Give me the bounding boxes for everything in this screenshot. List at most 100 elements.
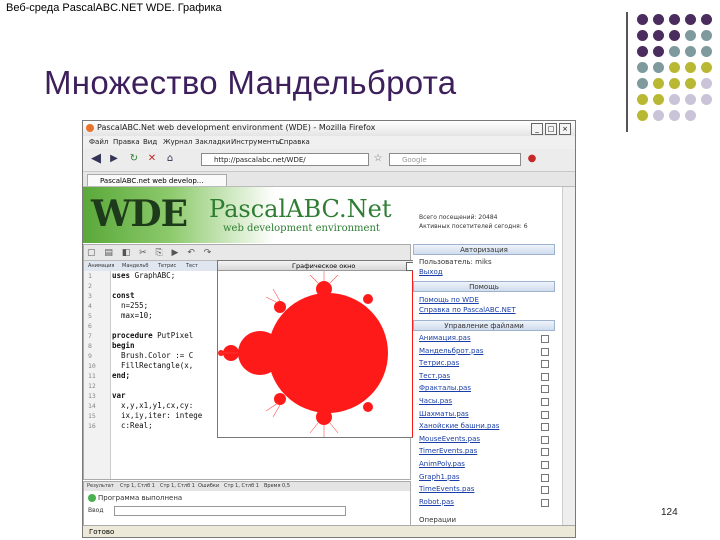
output-tab[interactable]: Стр 1, Стлб 1 (224, 482, 259, 491)
browser-tab[interactable]: PascalABC.net web develop... (87, 174, 227, 186)
wde-banner: WDE PascalABC.Net web development enviro… (83, 187, 563, 243)
home-icon[interactable]: ⌂ (163, 152, 177, 166)
file-link[interactable]: Анимация.pas (419, 334, 471, 342)
dot (653, 62, 664, 73)
file-link[interactable]: Шахматы.pas (419, 410, 469, 418)
dot (637, 46, 648, 57)
file-link[interactable]: MouseEvents.pas (419, 435, 480, 443)
menu-item[interactable]: Правка (113, 138, 140, 146)
graphics-window[interactable]: Графическое окно (217, 260, 437, 438)
line-number: 11 (88, 372, 96, 380)
dot (685, 14, 696, 25)
menu-item[interactable]: Журнал (163, 138, 192, 146)
product-name: PascalABC.Net (209, 195, 392, 223)
output-tab[interactable]: Стр 1, Стлб 1 (160, 482, 195, 491)
editor-tab[interactable]: Тетрис (158, 261, 176, 271)
firefox-icon (86, 124, 94, 132)
file-link[interactable]: Graph1.pas (419, 473, 460, 481)
logout-link[interactable]: Выход (419, 268, 443, 276)
menu-item[interactable]: Справка (279, 138, 310, 146)
line-number: 5 (88, 312, 92, 320)
dot (653, 46, 664, 57)
file-link[interactable]: Фракталы.pas (419, 384, 471, 392)
file-checkbox[interactable] (541, 461, 549, 469)
input-field[interactable] (114, 506, 346, 516)
right-panel: Авторизация Пользователь: miks Выход Пом… (413, 244, 555, 527)
file-checkbox[interactable] (541, 448, 549, 457)
menu-item[interactable]: Закладки (195, 138, 230, 146)
dot (653, 30, 664, 41)
file-link[interactable]: AnimPoly.pas (419, 460, 465, 468)
dot (701, 46, 712, 57)
file-link[interactable]: Тест.pas (419, 372, 450, 380)
editor-tab[interactable]: Мандельб (122, 261, 148, 271)
dot (701, 94, 712, 105)
editor-tab[interactable]: Тест (186, 261, 198, 271)
dot (685, 46, 696, 57)
editor-tab[interactable]: Анимация (88, 261, 114, 271)
back-icon[interactable]: ◀ (89, 152, 103, 166)
close-button[interactable]: × (559, 123, 571, 135)
line-number: 9 (88, 352, 92, 360)
output-tab[interactable]: Ошибки (198, 482, 219, 491)
reload-icon[interactable]: ↻ (127, 152, 141, 166)
file-checkbox[interactable] (541, 473, 549, 482)
menu-item[interactable]: Вид (143, 138, 157, 146)
file-checkbox[interactable] (541, 410, 549, 419)
file-link[interactable]: Тетрис.pas (419, 359, 459, 367)
file-link[interactable]: TimerEvents.pas (419, 447, 477, 455)
file-checkbox[interactable] (541, 360, 549, 369)
file-checkbox[interactable] (541, 335, 549, 343)
help-wde-link[interactable]: Помощь по WDE (419, 296, 479, 304)
file-checkbox[interactable] (541, 398, 549, 406)
dot (669, 94, 680, 105)
dot (685, 110, 696, 121)
file-link[interactable]: Robot.pas (419, 498, 454, 506)
adblock-icon[interactable]: ● (525, 152, 539, 166)
file-checkbox[interactable] (541, 435, 549, 444)
file-checkbox[interactable] (541, 372, 549, 381)
visit-total: Всего посещений: 20484 (419, 214, 498, 221)
output-tab[interactable]: Время 0,5 (264, 482, 290, 491)
line-number: 13 (88, 392, 96, 400)
dot (637, 94, 648, 105)
maximize-button[interactable]: □ (545, 123, 557, 135)
line-number: 10 (88, 362, 96, 370)
dot (669, 46, 680, 57)
navigation-bar: ◀ ▶ ↻ ✕ ⌂ http://pascalabc.net/WDE/ ☆ Go… (83, 149, 575, 172)
output-tab[interactable]: Результат (87, 482, 114, 491)
line-number: 2 (88, 282, 92, 290)
file-link[interactable]: Часы.pas (419, 397, 452, 405)
file-link[interactable]: TimeEvents.pas (419, 485, 474, 493)
stop-icon[interactable]: ✕ (145, 152, 159, 166)
forward-icon[interactable]: ▶ (107, 152, 121, 166)
search-input[interactable]: Google (389, 153, 521, 166)
page-scrollbar[interactable] (562, 187, 575, 527)
decorative-dots (635, 12, 719, 136)
dot (701, 30, 712, 41)
file-checkbox[interactable] (541, 385, 549, 394)
wde-logo: WDE (91, 193, 188, 235)
mandelbrot-image (218, 271, 436, 437)
dot (669, 62, 680, 73)
url-bar[interactable]: http://pascalabc.net/WDE/ (201, 153, 369, 166)
file-link[interactable]: Ханойские башни.pas (419, 422, 499, 430)
browser-titlebar: PascalABC.Net web development environmen… (83, 121, 575, 137)
user-label: Пользователь: miks (419, 258, 492, 266)
file-link[interactable]: Мандельброт.pas (419, 347, 483, 355)
file-checkbox[interactable] (541, 498, 549, 507)
line-number: 8 (88, 342, 92, 350)
output-tab[interactable]: Стр 1, Стлб 1 (120, 482, 155, 491)
file-checkbox[interactable] (541, 423, 549, 432)
graphics-window-title: Графическое окно (218, 261, 436, 271)
menu-item[interactable]: Инструменты (231, 138, 281, 146)
dot (637, 78, 648, 89)
slide-caption: Веб-среда PascalABC.NET WDE. Графика (6, 2, 222, 14)
file-checkbox[interactable] (541, 347, 549, 356)
menu-item[interactable]: Файл (89, 138, 108, 146)
minimize-button[interactable]: _ (531, 123, 543, 135)
help-pascal-link[interactable]: Справка по PascalABC.NET (419, 306, 516, 314)
bookmark-star-icon[interactable]: ☆ (371, 152, 385, 166)
dot (669, 14, 680, 25)
file-checkbox[interactable] (541, 486, 549, 495)
